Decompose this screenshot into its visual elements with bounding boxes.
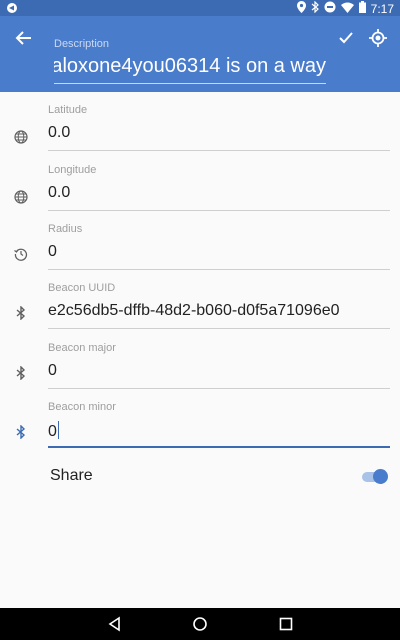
my-location-icon[interactable] <box>366 26 390 50</box>
text-cursor <box>57 421 59 439</box>
beacon-uuid-label: Beacon UUID <box>48 282 116 294</box>
beacon-major-underline <box>48 388 390 389</box>
nav-home-icon[interactable] <box>192 616 208 632</box>
beacon-minor-underline <box>48 446 390 448</box>
longitude-underline <box>48 210 390 211</box>
share-toggle[interactable] <box>373 469 388 484</box>
globe-icon <box>12 188 30 206</box>
do-not-disturb-icon <box>324 1 336 16</box>
battery-icon <box>358 1 366 16</box>
beacon-minor-input[interactable]: 0 <box>48 421 59 441</box>
status-time: 7:17 <box>370 1 394 16</box>
app-bar: Description Hexaloxone4you06314 is on a … <box>0 16 400 92</box>
status-bar: 7:17 <box>0 0 400 16</box>
longitude-label: Longitude <box>48 164 97 176</box>
latitude-field[interactable]: Latitude 0.0 <box>0 104 400 164</box>
longitude-input[interactable]: 0.0 <box>48 184 70 202</box>
beacon-major-label: Beacon major <box>48 342 116 354</box>
app-notification-icon <box>6 2 18 17</box>
location-icon <box>296 1 306 16</box>
system-nav-bar <box>0 608 400 640</box>
beacon-minor-label: Beacon minor <box>48 401 116 413</box>
beacon-uuid-input[interactable]: e2c56db5-dffb-48d2-b060-d0f5a71096e0 <box>48 302 340 320</box>
bluetooth-icon <box>12 304 30 322</box>
globe-icon <box>12 128 30 146</box>
bluetooth-icon <box>311 0 319 16</box>
longitude-field[interactable]: Longitude 0.0 <box>0 164 400 224</box>
beacon-minor-field[interactable]: Beacon minor 0 <box>0 401 400 461</box>
radius-underline <box>48 269 390 270</box>
latitude-label: Latitude <box>48 104 88 116</box>
share-label: Share <box>50 467 93 484</box>
radius-label: Radius <box>48 223 83 235</box>
radius-field[interactable]: Radius 0 <box>0 223 400 283</box>
nav-recents-icon[interactable] <box>278 616 294 632</box>
latitude-input[interactable]: 0.0 <box>48 124 70 142</box>
history-icon <box>12 245 30 263</box>
beacon-uuid-field[interactable]: Beacon UUID e2c56db5-dffb-48d2-b060-d0f5… <box>0 282 400 342</box>
share-row[interactable]: Share <box>50 465 390 489</box>
description-input[interactable]: Hexaloxone4you06314 is on a way <box>54 55 326 84</box>
nav-back-icon[interactable] <box>107 616 123 632</box>
back-arrow-icon[interactable] <box>12 26 36 50</box>
radius-input[interactable]: 0 <box>48 243 57 261</box>
beacon-major-input[interactable]: 0 <box>48 362 57 380</box>
beacon-uuid-underline <box>48 328 390 329</box>
bluetooth-icon <box>12 423 30 441</box>
latitude-underline <box>48 150 390 151</box>
description-label: Description <box>54 38 110 50</box>
wifi-icon <box>340 2 354 16</box>
checkmark-icon[interactable] <box>334 26 358 50</box>
beacon-major-field[interactable]: Beacon major 0 <box>0 342 400 402</box>
bluetooth-icon <box>12 364 30 382</box>
